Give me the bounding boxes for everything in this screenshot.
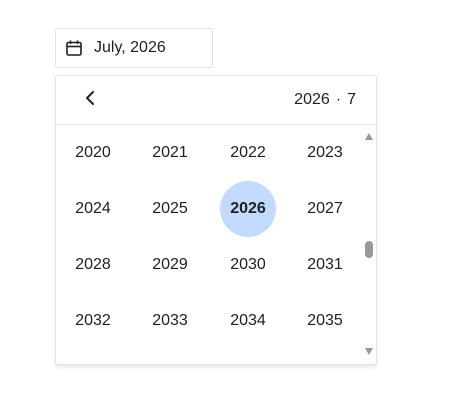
header-year-month[interactable]: 2026 · 7: [294, 91, 356, 109]
date-input-value: July, 2026: [94, 39, 166, 56]
picker-header: 2026 · 7: [56, 76, 376, 125]
year-cell[interactable]: 2035: [297, 293, 353, 349]
calendar-icon: [65, 39, 83, 57]
year-cell[interactable]: 2031: [297, 237, 353, 293]
year-cell[interactable]: 2029: [142, 237, 198, 293]
chevron-left-icon: [83, 90, 97, 111]
year-cell[interactable]: 2028: [65, 237, 121, 293]
year-cell[interactable]: 2022: [220, 125, 276, 181]
scrollbar[interactable]: [362, 125, 376, 365]
back-button[interactable]: [78, 88, 102, 112]
year-cell[interactable]: 2034: [220, 293, 276, 349]
scroll-up-arrow-icon[interactable]: [365, 133, 373, 140]
year-cell[interactable]: 2023: [297, 125, 353, 181]
date-input[interactable]: July, 2026: [55, 28, 213, 68]
year-cell[interactable]: 2033: [142, 293, 198, 349]
year-cell[interactable]: 2024: [65, 181, 121, 237]
header-year: 2026: [294, 91, 330, 108]
header-month: 7: [347, 91, 356, 108]
year-cell-selected[interactable]: 2026: [220, 181, 276, 237]
year-cell[interactable]: 2030: [220, 237, 276, 293]
year-cell[interactable]: 2027: [297, 181, 353, 237]
year-cell[interactable]: 2021: [142, 125, 198, 181]
year-picker-popup: 2026 · 7 2020 2021 2022 2023 2024 2025 2026 202…: [55, 75, 377, 365]
scroll-thumb[interactable]: [365, 241, 373, 258]
scroll-down-arrow-icon[interactable]: [365, 348, 373, 355]
year-cell[interactable]: 2020: [65, 125, 121, 181]
year-grid: 2020 2021 2022 2023 2024 2025 2026 2027 2028 2029…: [56, 125, 362, 365]
year-cell[interactable]: 2032: [65, 293, 121, 349]
header-separator: ·: [335, 91, 342, 108]
year-cell[interactable]: 2025: [142, 181, 198, 237]
